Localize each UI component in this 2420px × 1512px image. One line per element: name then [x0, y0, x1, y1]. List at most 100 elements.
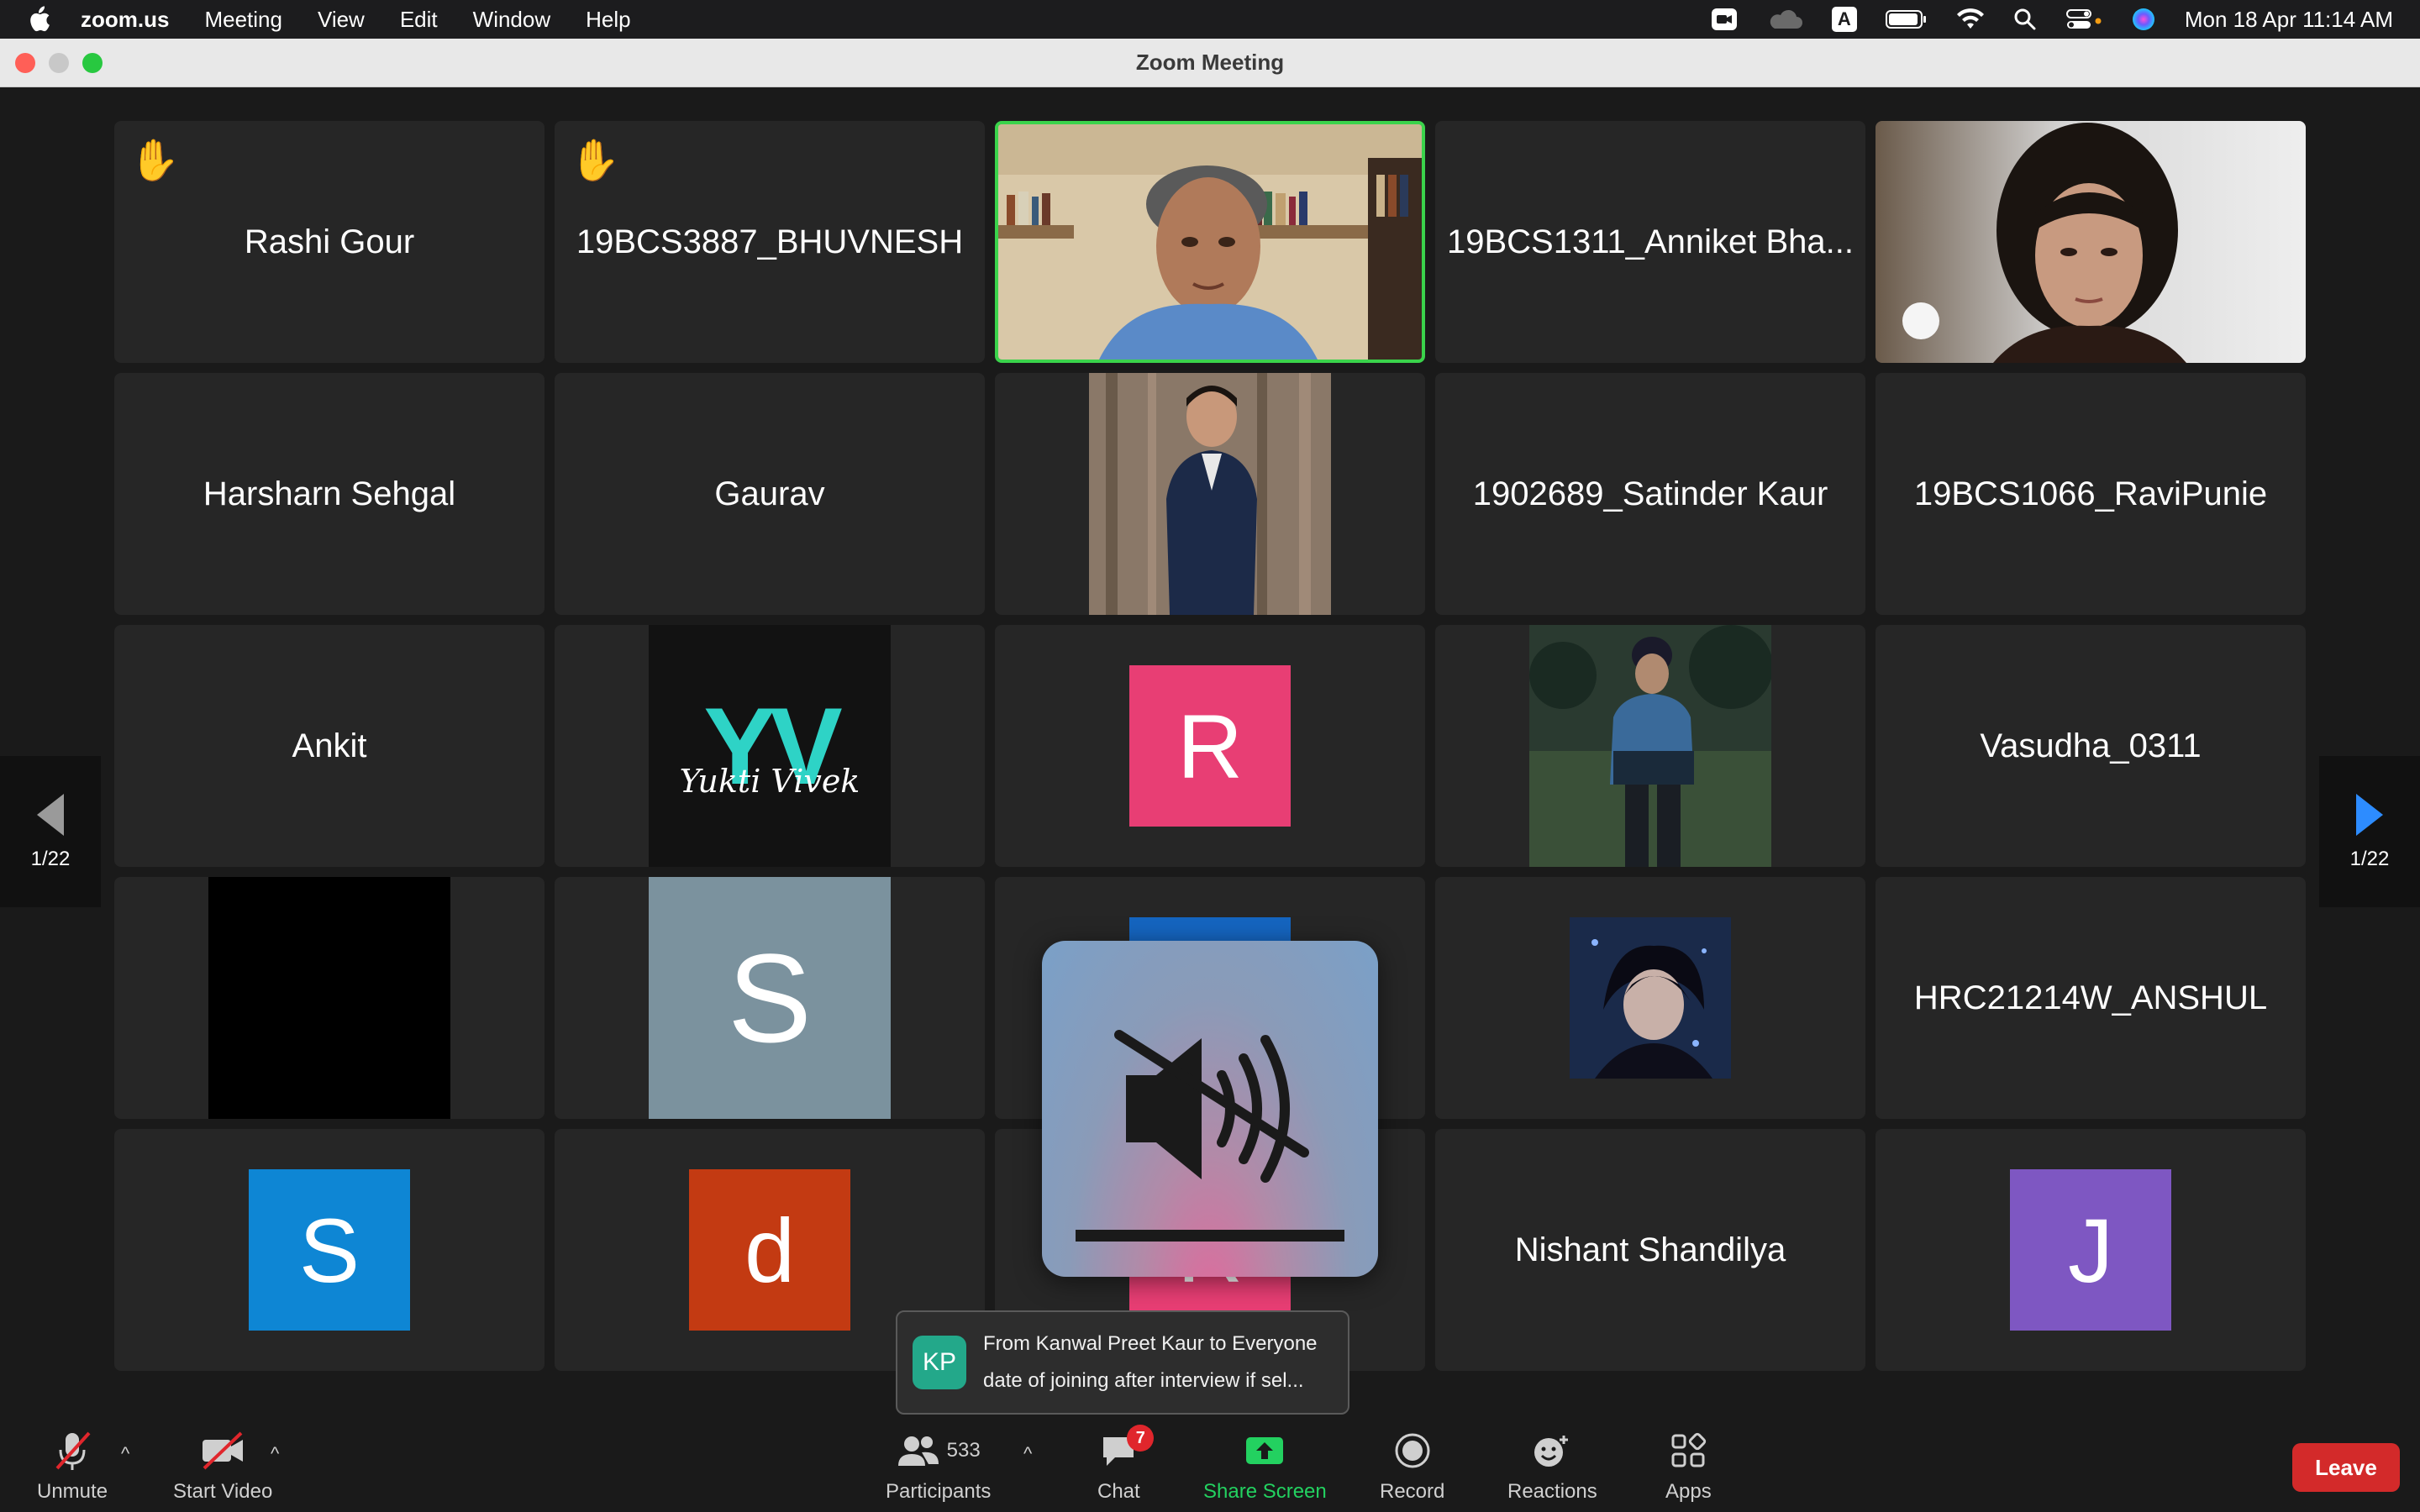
menu-app-name[interactable]: zoom.us: [81, 7, 169, 33]
menu-view[interactable]: View: [318, 7, 365, 33]
window-title-bar: Zoom Meeting: [0, 39, 2420, 87]
participant-tile[interactable]: Vasudha_0311: [1876, 625, 2306, 867]
menu-help[interactable]: Help: [586, 7, 630, 33]
participant-name: Nishant Shandilya: [1514, 1231, 1786, 1268]
apps-label: Apps: [1665, 1480, 1712, 1503]
participant-tile[interactable]: J: [1876, 1129, 2306, 1371]
spotlight-search-icon[interactable]: [2013, 8, 2037, 31]
close-window-button[interactable]: [15, 53, 35, 73]
participant-name: 1902689_Satinder Kaur: [1472, 475, 1828, 512]
participant-tile[interactable]: Harsharn Sehgal: [114, 373, 544, 615]
reactions-button[interactable]: Reactions: [1507, 1430, 1597, 1504]
yukti-vivek-logo: YV Yukti Vivek: [649, 625, 891, 867]
avatar: R: [1129, 665, 1291, 827]
previous-page-button[interactable]: 1/22: [0, 756, 101, 907]
logo-text: Yukti Vivek: [679, 763, 860, 800]
participant-tile[interactable]: [1435, 625, 1865, 867]
participant-name: Ankit: [292, 727, 367, 764]
participant-tile[interactable]: Nishant Shandilya: [1435, 1129, 1865, 1371]
participants-icon: [897, 1436, 939, 1466]
participant-name: Rashi Gour: [244, 223, 415, 260]
participant-name: Harsharn Sehgal: [203, 475, 456, 512]
unmute-button[interactable]: Unmute: [37, 1430, 108, 1504]
input-source-icon[interactable]: A: [1831, 7, 1857, 32]
participant-tile[interactable]: HRC21214W_ANSHUL: [1876, 877, 2306, 1119]
participant-name: 19BCS1311_Anniket Bha...: [1446, 223, 1854, 260]
chat-notification[interactable]: KP From Kanwal Preet Kaur to Everyone da…: [896, 1310, 1349, 1415]
profile-photo-suit: [1089, 373, 1331, 615]
volume-muted-hud: [1042, 941, 1378, 1277]
participant-name: 19BCS1066_RaviPunie: [1913, 475, 2268, 512]
avatar: S: [249, 1169, 410, 1331]
participant-video-woman: [1876, 121, 2306, 363]
zoom-window-button[interactable]: [82, 53, 103, 73]
participant-name: 19BCS3887_BHUVNESH: [576, 223, 964, 260]
profile-photo-anime: [1570, 917, 1731, 1079]
participant-tile[interactable]: [1876, 121, 2306, 363]
participant-tile[interactable]: YV Yukti Vivek: [555, 625, 985, 867]
minimize-window-button[interactable]: [49, 53, 69, 73]
unmute-label: Unmute: [37, 1480, 108, 1503]
record-label: Record: [1380, 1480, 1445, 1503]
participant-tile[interactable]: [995, 373, 1425, 615]
reactions-icon: [1532, 1430, 1572, 1472]
participants-button[interactable]: 533 Participants: [886, 1430, 991, 1504]
chat-label: Chat: [1097, 1480, 1140, 1503]
page-indicator: 1/22: [30, 848, 71, 870]
control-center-icon[interactable]: [2065, 8, 2102, 31]
participant-name: HRC21214W_ANSHUL: [1913, 979, 2268, 1016]
participant-tile[interactable]: ✋ Rashi Gour: [114, 121, 544, 363]
participant-tile[interactable]: Ankit: [114, 625, 544, 867]
share-screen-button[interactable]: Share Screen: [1203, 1430, 1327, 1504]
apps-button[interactable]: Apps: [1665, 1430, 1712, 1504]
participant-tile[interactable]: Gaurav: [555, 373, 985, 615]
menu-clock[interactable]: Mon 18 Apr 11:14 AM: [2185, 7, 2393, 33]
raised-hand-icon: ✋: [129, 139, 180, 183]
cloud-icon[interactable]: [1766, 8, 1803, 30]
black-photo: [208, 877, 450, 1119]
participants-label: Participants: [886, 1480, 992, 1503]
participant-tile[interactable]: [114, 877, 544, 1119]
apple-icon[interactable]: [27, 6, 50, 33]
meeting-toolbar: Unmute ^ Start Video ^ 533 Participants …: [0, 1418, 2420, 1512]
participant-tile[interactable]: S: [555, 877, 985, 1119]
active-speaker-tile[interactable]: [995, 121, 1425, 363]
sender-avatar: KP: [913, 1336, 966, 1389]
chat-sender-line: From Kanwal Preet Kaur to Everyone: [983, 1332, 1318, 1355]
menu-window[interactable]: Window: [473, 7, 550, 33]
participant-tile[interactable]: S: [114, 1129, 544, 1371]
participant-tile[interactable]: 19BCS1066_RaviPunie: [1876, 373, 2306, 615]
audio-options-caret-icon[interactable]: ^: [121, 1443, 129, 1465]
start-video-label: Start Video: [173, 1480, 273, 1503]
start-video-button[interactable]: Start Video: [173, 1430, 272, 1504]
menu-bar: zoom.us Meeting View Edit Window Help A …: [0, 0, 2420, 39]
wifi-icon[interactable]: [1956, 8, 1985, 30]
page-indicator: 1/22: [2349, 848, 2390, 870]
menu-meeting[interactable]: Meeting: [204, 7, 282, 33]
participant-tile[interactable]: 1902689_Satinder Kaur: [1435, 373, 1865, 615]
avatar: d: [689, 1169, 850, 1331]
participant-tile[interactable]: [1435, 877, 1865, 1119]
battery-icon[interactable]: [1885, 8, 1928, 30]
siri-icon[interactable]: [2131, 7, 2156, 32]
participant-tile[interactable]: R: [995, 625, 1425, 867]
record-button[interactable]: Record: [1380, 1430, 1444, 1504]
participants-options-caret-icon[interactable]: ^: [1023, 1443, 1032, 1465]
video-options-caret-icon[interactable]: ^: [271, 1443, 279, 1465]
zoom-status-icon[interactable]: [1711, 8, 1738, 31]
chat-button[interactable]: 7 Chat: [1097, 1425, 1155, 1504]
share-screen-icon: [1243, 1430, 1286, 1472]
menu-edit[interactable]: Edit: [400, 7, 438, 33]
reactions-label: Reactions: [1507, 1480, 1597, 1503]
participant-tile[interactable]: 19BCS1311_Anniket Bha...: [1435, 121, 1865, 363]
chevron-right-icon: [2356, 794, 2383, 836]
avatar: J: [2010, 1169, 2171, 1331]
participant-tile[interactable]: ✋ 19BCS3887_BHUVNESH: [555, 121, 985, 363]
participant-count: 533: [946, 1439, 981, 1462]
share-screen-label: Share Screen: [1203, 1480, 1327, 1503]
participant-name: Vasudha_0311: [1980, 727, 2202, 764]
leave-button[interactable]: Leave: [2292, 1443, 2400, 1492]
chat-icon: 7: [1100, 1425, 1155, 1472]
participant-name: Gaurav: [714, 475, 825, 512]
next-page-button[interactable]: 1/22: [2319, 756, 2420, 907]
